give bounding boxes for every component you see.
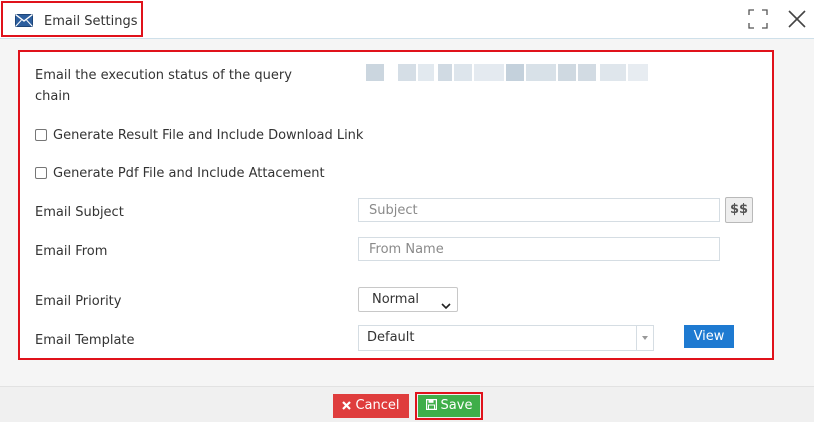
mail-icon <box>15 13 33 31</box>
cancel-label: Cancel <box>355 398 400 413</box>
subject-input[interactable] <box>358 198 720 222</box>
close-icon[interactable] <box>786 8 808 30</box>
dialog-title: Email Settings <box>44 14 138 29</box>
view-template-button[interactable]: View <box>684 325 734 348</box>
save-button[interactable]: Save <box>418 395 480 417</box>
subject-label: Email Subject <box>35 205 124 220</box>
dialog-header: Email Settings <box>0 0 814 39</box>
result-file-checkbox[interactable] <box>35 129 47 141</box>
cancel-button[interactable]: Cancel <box>333 394 409 418</box>
dialog-title-highlight: Email Settings <box>1 1 143 37</box>
template-select[interactable]: Default <box>358 325 654 351</box>
template-dropdown-toggle[interactable] <box>636 325 654 351</box>
priority-label: Email Priority <box>35 294 122 309</box>
priority-selected-value: Normal <box>372 292 420 307</box>
save-label: Save <box>440 398 473 413</box>
settings-form-highlight: Email the execution status of the query … <box>18 50 774 360</box>
from-input[interactable] <box>358 237 720 261</box>
chevron-down-icon <box>441 295 451 318</box>
maximize-icon[interactable] <box>747 8 769 30</box>
status-label: Email the execution status of the query … <box>35 68 292 104</box>
result-file-label: Generate Result File and Include Downloa… <box>53 128 364 143</box>
template-label: Email Template <box>35 333 135 348</box>
floppy-disk-icon <box>425 396 437 418</box>
times-icon <box>342 395 352 419</box>
template-selected-value: Default <box>367 330 415 345</box>
subject-variables-button[interactable]: $$ <box>725 197 753 223</box>
dialog-footer: Cancel Save <box>0 386 814 422</box>
dialog-body: Email the execution status of the query … <box>0 39 814 386</box>
caret-down-icon <box>642 336 648 340</box>
status-recipients-blurred[interactable] <box>358 61 720 86</box>
pdf-file-checkbox[interactable] <box>35 167 47 179</box>
priority-select[interactable]: Normal <box>358 287 458 312</box>
pdf-file-label: Generate Pdf File and Include Attacement <box>53 166 325 181</box>
from-label: Email From <box>35 244 108 259</box>
save-button-highlight: Save <box>415 392 483 420</box>
